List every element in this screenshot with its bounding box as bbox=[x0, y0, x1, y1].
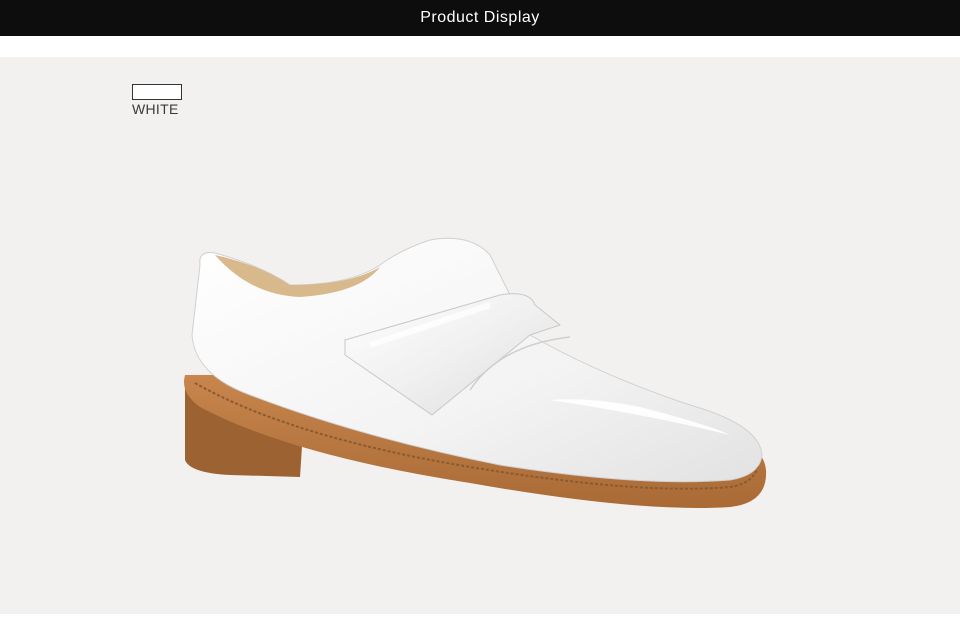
color-swatch-white[interactable] bbox=[132, 84, 182, 100]
header-bar: Product Display bbox=[0, 0, 960, 36]
product-image-shoe bbox=[184, 237, 767, 508]
header-title: Product Display bbox=[420, 9, 540, 26]
color-swatch-label: WHITE bbox=[132, 101, 179, 117]
